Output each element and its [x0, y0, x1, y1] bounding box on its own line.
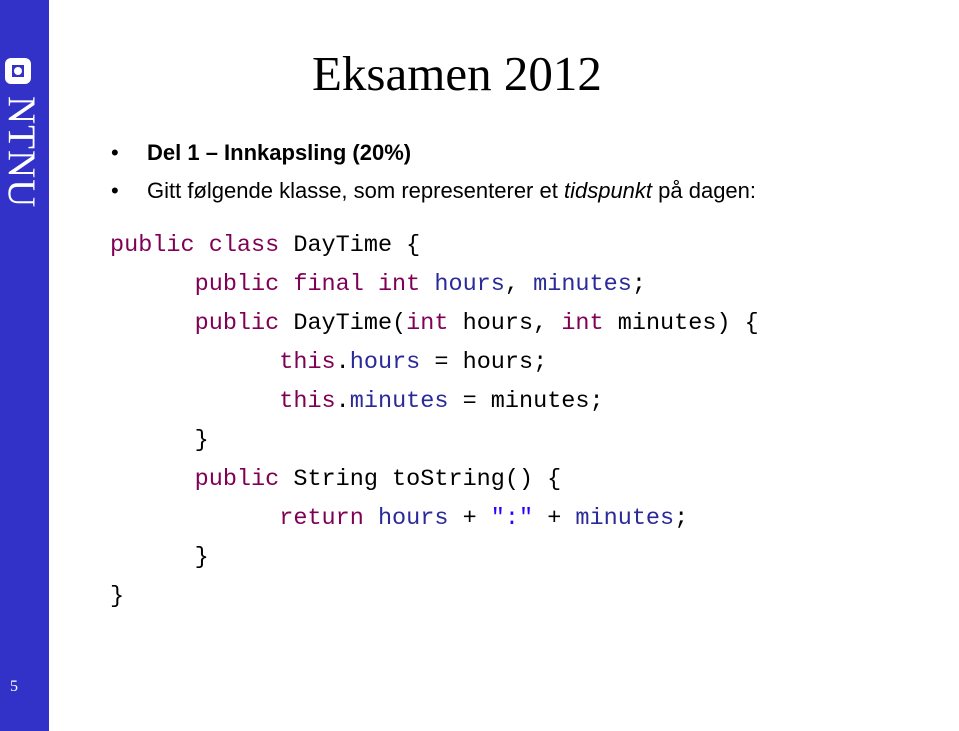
code-line: }: [110, 421, 759, 460]
brand-text: NTNU: [0, 96, 43, 209]
code-token: ,: [504, 271, 534, 298]
code-block: public class DayTime { public final int …: [110, 226, 759, 616]
code-token: this: [279, 388, 336, 415]
bullet-text-part: Gitt følgende klasse, som representerer …: [147, 178, 564, 203]
code-token: int: [406, 310, 463, 337]
code-token: public: [194, 310, 294, 337]
code-token: return: [279, 505, 378, 532]
code-token: DayTime {: [293, 232, 421, 259]
code-line: public String toString() {: [110, 460, 759, 499]
code-token: public final int: [194, 271, 435, 298]
code-token: .: [335, 349, 350, 376]
code-token: this: [279, 349, 336, 376]
code-token: .: [335, 388, 350, 415]
code-token: int: [561, 310, 618, 337]
code-token: ;: [631, 271, 646, 298]
code-token: minutes) {: [617, 310, 759, 337]
bullet-marker: •: [111, 178, 119, 203]
code-line: this.minutes = minutes;: [110, 382, 759, 421]
code-token: hours: [349, 349, 421, 376]
code-line: public class DayTime {: [110, 226, 759, 265]
slide-title: Eksamen 2012: [312, 46, 602, 101]
code-token: }: [110, 544, 209, 571]
code-token: hours: [434, 271, 505, 298]
ntnu-logo-icon: [5, 58, 31, 84]
code-token: public class: [110, 232, 294, 259]
code-token: hours: [377, 505, 449, 532]
code-token: hours,: [462, 310, 562, 337]
code-line: public final int hours, minutes;: [110, 265, 759, 304]
code-token: }: [110, 427, 209, 454]
code-token: ;: [674, 505, 689, 532]
code-token: }: [110, 583, 125, 610]
code-line: }: [110, 538, 759, 577]
bullet-text: Gitt følgende klasse, som representerer …: [147, 180, 756, 202]
code-token: = minutes;: [448, 388, 604, 415]
code-token: public: [194, 466, 294, 493]
bullet-emphasis: tidspunkt: [563, 178, 653, 203]
code-line: this.hours = hours;: [110, 343, 759, 382]
code-token: +: [448, 505, 491, 532]
code-token: minutes: [575, 505, 675, 532]
code-token: = hours;: [420, 349, 548, 376]
code-token: minutes: [533, 271, 632, 298]
code-token: minutes: [349, 388, 449, 415]
sidebar: NTNU 5: [0, 0, 49, 731]
bullet-text-part: på dagen:: [652, 178, 757, 203]
code-line: return hours + ":" + minutes;: [110, 499, 759, 538]
bullet-marker: •: [111, 140, 119, 165]
brand-wordmark: NTNU: [0, 96, 43, 236]
code-line: public DayTime(int hours, int minutes) {: [110, 304, 759, 343]
code-token: String toString() {: [293, 466, 562, 493]
code-token: DayTime(: [293, 310, 407, 337]
code-token: +: [533, 505, 576, 532]
code-token: ":": [490, 505, 534, 532]
code-line: }: [110, 577, 759, 616]
page-number: 5: [10, 678, 18, 695]
bullet-heading: Del 1 – Innkapsling (20%): [147, 140, 412, 165]
